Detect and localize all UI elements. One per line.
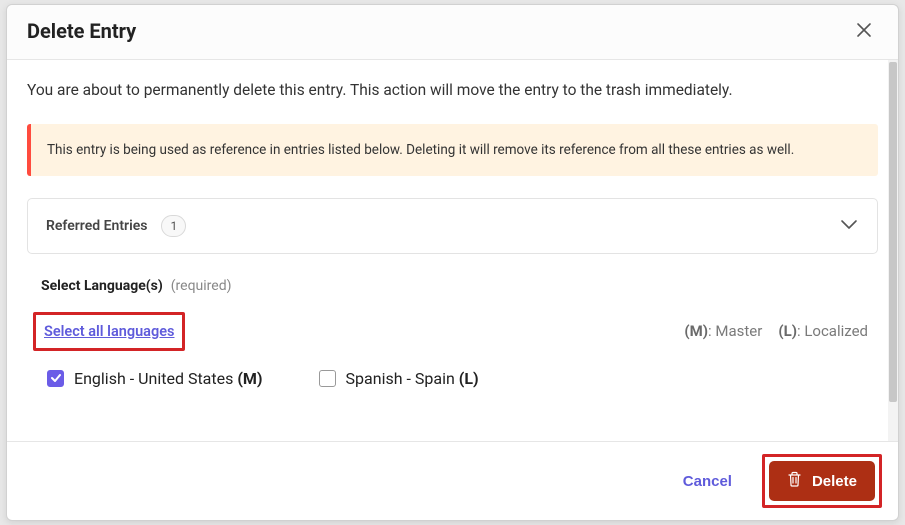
delete-button[interactable]: Delete [769,461,875,501]
language-option-en-us[interactable]: English - United States (M) [47,369,263,388]
referred-label: Referred Entries [46,218,147,234]
modal-body: You are about to permanently delete this… [7,60,898,441]
scrollbar[interactable] [888,60,898,441]
modal-title: Delete Entry [27,19,136,43]
language-legend: (M): Master (L): Localized [684,322,868,340]
required-hint: (required) [171,278,232,294]
trash-icon [787,471,802,491]
legend-localized: (L): Localized [778,322,868,340]
delete-entry-modal: Delete Entry You are about to permanentl… [6,4,899,521]
modal-header: Delete Entry [7,5,898,60]
legend-master: (M): Master [684,322,762,340]
highlight-select-all: Select all languages [33,312,185,351]
close-button[interactable] [850,17,878,45]
warning-text: This entry is being used as reference in… [47,142,794,158]
referred-entries-toggle[interactable]: Referred Entries 1 [27,198,878,254]
language-controls-row: Select all languages (M): Master (L): Lo… [27,312,878,351]
scrollbar-thumb[interactable] [889,62,897,402]
modal-footer: Cancel Delete [7,441,898,520]
language-checkbox-row: English - United States (M) Spanish - Sp… [27,369,878,388]
language-label: English - United States (M) [74,369,263,388]
delete-button-label: Delete [812,473,857,490]
language-section-header: Select Language(s) (required) [27,278,878,294]
chevron-down-icon [839,216,859,235]
highlight-delete: Delete [762,454,882,508]
checkbox-unchecked-icon[interactable] [319,370,336,387]
cancel-button[interactable]: Cancel [673,465,742,498]
warning-banner: This entry is being used as reference in… [27,124,878,176]
select-all-languages-link[interactable]: Select all languages [44,323,174,340]
language-section-label: Select Language(s) [41,278,163,294]
referred-count-badge: 1 [161,215,186,237]
language-option-es-es[interactable]: Spanish - Spain (L) [319,369,479,388]
intro-text: You are about to permanently delete this… [27,80,878,102]
language-label: Spanish - Spain (L) [346,369,479,388]
referred-left: Referred Entries 1 [46,215,186,237]
close-icon [855,21,873,42]
checkbox-checked-icon[interactable] [47,370,64,387]
